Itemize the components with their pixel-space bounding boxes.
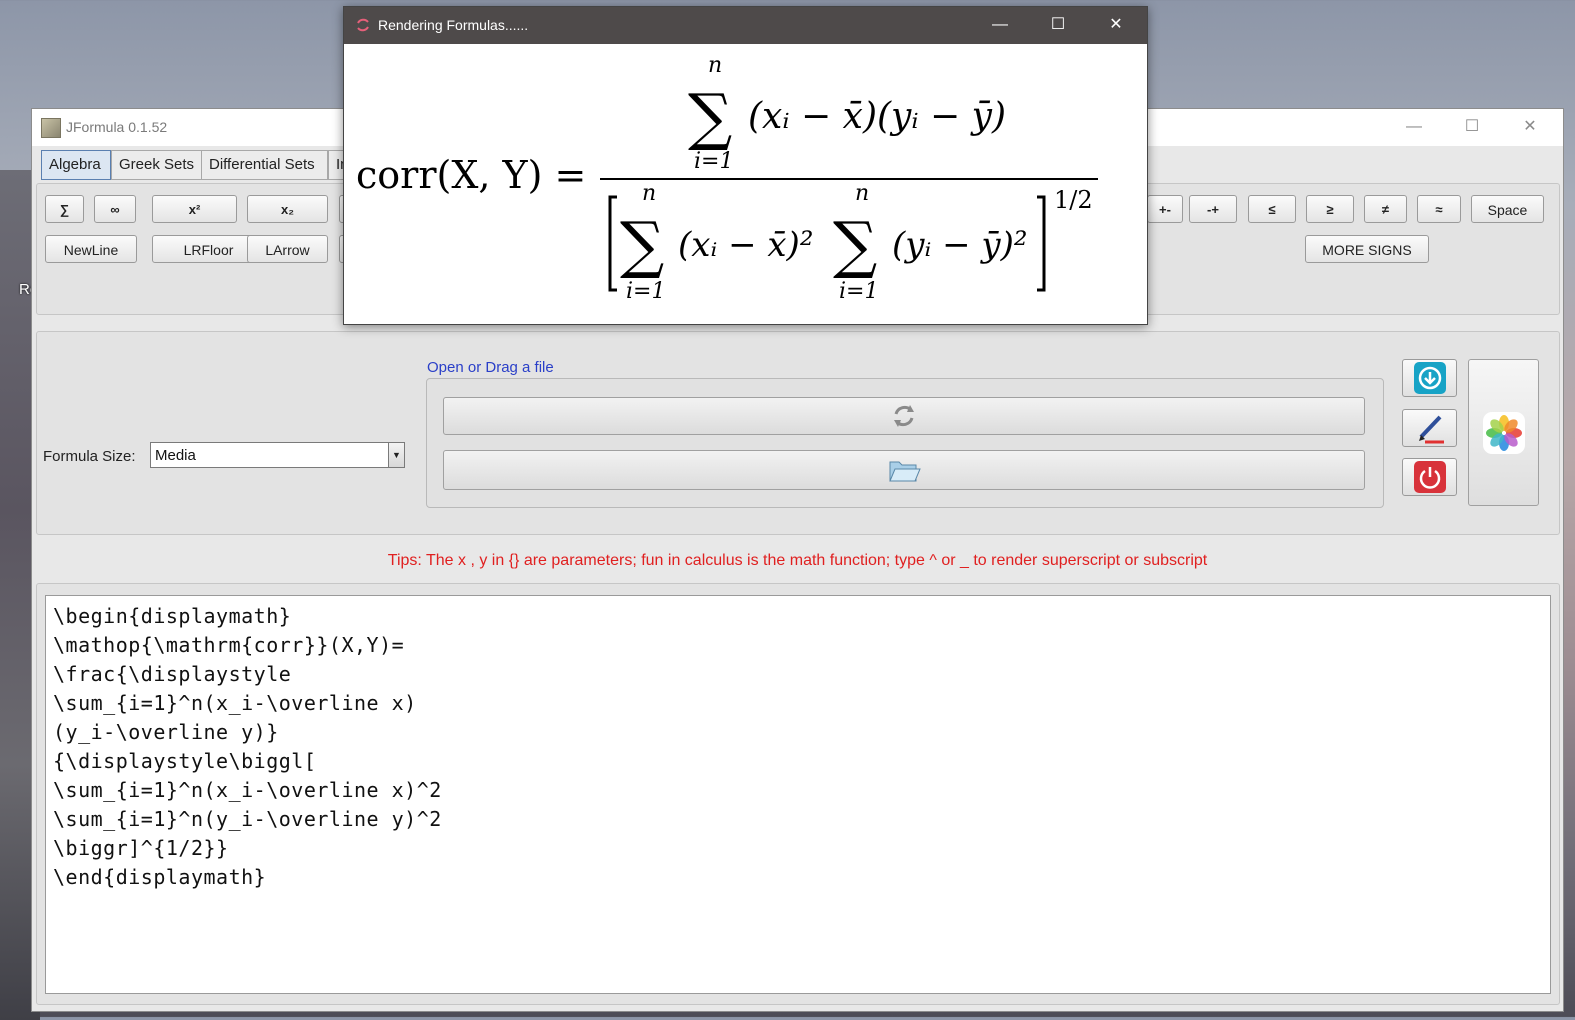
latex-editor[interactable]: \begin{displaymath} \mathop{\mathrm{corr…: [45, 595, 1551, 994]
den-sum1-lower: i=1: [626, 279, 665, 304]
minimize-button[interactable]: —: [1391, 113, 1437, 141]
refresh-icon: [894, 405, 914, 427]
superscript-button[interactable]: x²: [152, 195, 237, 223]
close-button[interactable]: ✕: [1507, 113, 1553, 141]
den-sum1-upper: n: [642, 181, 656, 206]
popup-titlebar[interactable]: Rendering Formulas...... — ☐ ✕: [344, 7, 1147, 44]
plus-minus-button[interactable]: +-: [1147, 195, 1183, 223]
editor-panel: \begin{displaymath} \mathop{\mathrm{corr…: [36, 583, 1560, 1005]
code-line: \sum_{i=1}^n(x_i-\overline x)^2: [53, 778, 442, 802]
subscript-button[interactable]: x₂: [247, 195, 328, 223]
den-sum2-upper: n: [855, 181, 869, 206]
open-file-button[interactable]: [443, 450, 1365, 490]
code-line: \biggr]^{1/2}}: [53, 836, 229, 860]
minus-plus-button[interactable]: -+: [1189, 195, 1237, 223]
num-sum-upper: n: [708, 53, 722, 78]
power-button[interactable]: [1402, 458, 1457, 496]
code-line: \sum_{i=1}^n(y_i-\overline y)^2: [53, 807, 442, 831]
formula-size-select[interactable]: Media ▼: [150, 442, 405, 468]
tab-greek-sets[interactable]: Greek Sets: [111, 150, 202, 180]
app-icon: [41, 118, 61, 138]
popup-minimize-button[interactable]: —: [977, 11, 1023, 39]
popup-title: Rendering Formulas......: [378, 17, 529, 33]
render-image-button[interactable]: [1468, 359, 1539, 506]
chevron-down-icon[interactable]: ▼: [388, 443, 404, 467]
den-sum2-lower: i=1: [839, 279, 878, 304]
newline-button[interactable]: NewLine: [45, 235, 137, 263]
formula-size-label: Formula Size:: [43, 448, 136, 465]
file-group: [426, 378, 1384, 508]
tips-text: Tips: The x , y in {} are parameters; fu…: [387, 552, 1208, 569]
popup-maximize-button[interactable]: ☐: [1035, 11, 1081, 39]
open-file-link[interactable]: Open or Drag a file: [427, 359, 554, 376]
more-signs-button[interactable]: MORE SIGNS: [1305, 235, 1429, 263]
right-bracket: [1037, 195, 1046, 292]
code-line: {\displaystyle\biggl[: [53, 749, 317, 773]
edit-button[interactable]: [1402, 409, 1457, 447]
sum-button[interactable]: ∑: [45, 195, 84, 223]
code-line: \mathop{\mathrm{corr}}(X,Y)=: [53, 633, 405, 657]
folder-open-icon: [889, 461, 921, 482]
num-sum-sign: ∑: [688, 80, 732, 153]
left-bracket: [608, 195, 617, 292]
loading-icon: [357, 18, 369, 32]
greater-equal-button[interactable]: ≥: [1306, 195, 1354, 223]
num-sum-lower: i=1: [694, 149, 733, 174]
denominator-term-1: (xᵢ − x̄)²: [678, 225, 813, 265]
code-line: (y_i-\overline y)}: [53, 720, 279, 744]
infinity-button[interactable]: ∞: [94, 195, 136, 223]
less-equal-button[interactable]: ≤: [1248, 195, 1296, 223]
numerator-terms: (xᵢ − x̄)(yᵢ − ȳ): [748, 96, 1006, 137]
tab-algebra[interactable]: Algebra: [41, 150, 111, 180]
app-title: JFormula 0.1.52: [66, 119, 168, 135]
den-sum1-sign: ∑: [620, 208, 664, 281]
photos-icon: [1482, 411, 1525, 454]
not-equal-button[interactable]: ≠: [1364, 195, 1407, 223]
code-line: \sum_{i=1}^n(x_i-\overline x): [53, 691, 417, 715]
exponent: 1/2: [1054, 186, 1093, 214]
download-button[interactable]: [1402, 359, 1457, 397]
code-line: \end{displaymath}: [53, 865, 267, 889]
refresh-button[interactable]: [443, 397, 1365, 435]
pen-icon: [1418, 415, 1444, 444]
denominator-term-2: (yᵢ − ȳ)²: [892, 225, 1028, 265]
code-line: \frac{\displaystyle: [53, 662, 292, 686]
den-sum2-sign: ∑: [833, 208, 877, 281]
controls-panel: Formula Size: Media ▼ Open or Drag a fil…: [36, 331, 1560, 535]
code-line: \begin{displaymath}: [53, 604, 292, 628]
approx-button[interactable]: ≈: [1417, 195, 1461, 223]
download-icon: [1413, 362, 1446, 394]
rendering-popup: Rendering Formulas...... — ☐ ✕ corr(X, Y…: [343, 6, 1148, 325]
formula-size-value: Media: [155, 447, 196, 464]
maximize-button[interactable]: ☐: [1449, 113, 1495, 141]
space-button[interactable]: Space: [1471, 195, 1544, 223]
formula-lhs: corr(X, Y) =: [356, 153, 586, 197]
popup-close-button[interactable]: ✕: [1093, 11, 1139, 39]
rendered-formula: corr(X, Y) = n ∑ i=1 (xᵢ − x̄)(yᵢ − ȳ) n…: [356, 53, 1098, 304]
tab-differential-sets[interactable]: Differential Sets: [201, 150, 328, 180]
power-icon: [1413, 461, 1446, 493]
larrow-button[interactable]: LArrow: [247, 235, 328, 263]
